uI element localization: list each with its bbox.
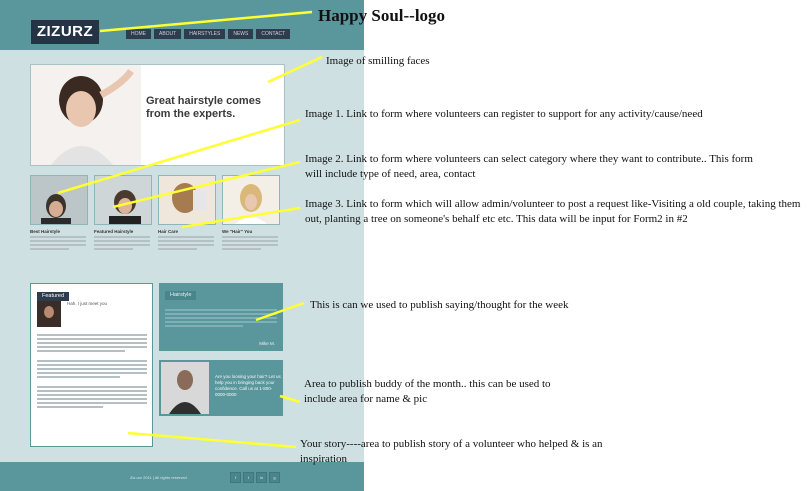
annotation-arrows xyxy=(57,10,323,449)
annotation-logo: Happy Soul--logo xyxy=(318,6,446,25)
annotation-image3: Image 3. Link to form which will allow a… xyxy=(305,198,801,225)
annotation-image1: Image 1. Link to form where volunteers c… xyxy=(305,108,703,120)
arrow-saying xyxy=(255,301,305,322)
annotation-hero: Image of smilling faces xyxy=(326,55,430,67)
annotation-image2: Image 2. Link to form where volunteers c… xyxy=(305,153,753,180)
annotation-story: Your story----area to publish story of a… xyxy=(300,438,603,465)
arrow-image3 xyxy=(181,206,301,229)
arrow-logo xyxy=(99,10,313,33)
arrow-story xyxy=(127,431,297,449)
annotation-saying: This is can we used to publish saying/th… xyxy=(310,299,569,311)
arrow-buddy xyxy=(279,394,301,404)
arrow-hero xyxy=(267,55,323,84)
arrow-image1 xyxy=(57,118,301,195)
annotation-buddy: Area to publish buddy of the month.. thi… xyxy=(304,378,551,405)
